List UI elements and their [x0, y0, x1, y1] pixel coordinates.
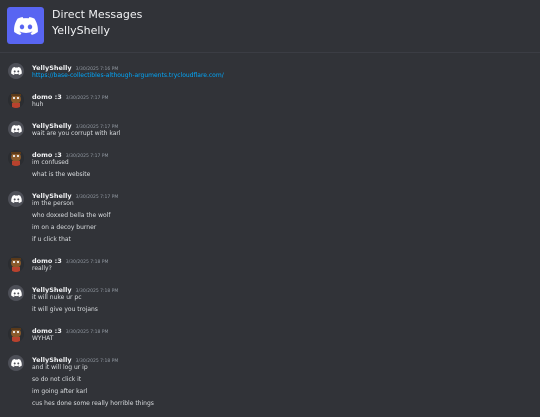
message-text: im confused: [32, 159, 69, 166]
discord-default-avatar-icon[interactable]: [8, 355, 24, 371]
message-header: domo :3 3/30/2025 7:17 PM: [32, 147, 540, 159]
message-header: YellyShelly 3/30/2025 7:18 PM: [32, 282, 540, 294]
message-header: domo :3 3/30/2025 7:18 PM: [32, 253, 540, 265]
message: YellyShelly 3/30/2025 7:18 PM and it will …: [0, 352, 540, 410]
message-text: it will give you trojans: [32, 306, 98, 313]
message: YellyShelly 3/30/2025 7:16 PM https://base…: [0, 60, 540, 82]
message: YellyShelly 3/30/2025 7:17 PM wait are you…: [0, 118, 540, 140]
message-text: cus hes done some really horrible things: [32, 400, 154, 407]
message: domo :3 3/30/2025 7:18 PM WYHAT: [0, 323, 540, 345]
discord-default-avatar-icon[interactable]: [8, 63, 24, 79]
message-text: really?: [32, 265, 52, 272]
discord-default-avatar-icon[interactable]: [8, 285, 24, 301]
message: YellyShelly 3/30/2025 7:18 PM it will nuke…: [0, 282, 540, 316]
message-text: if u click that: [32, 236, 71, 243]
message-header: domo :3 3/30/2025 7:18 PM: [32, 323, 540, 335]
message-text: huh: [32, 101, 44, 108]
message-text: who doxxed bella the wolf: [32, 212, 111, 219]
message-header: YellyShelly 3/30/2025 7:17 PM: [32, 188, 540, 200]
message: domo :3 3/30/2025 7:17 PM im confused what …: [0, 147, 540, 181]
discord-default-avatar-icon[interactable]: [8, 191, 24, 207]
message-text: wait are you corrupt with karl: [32, 130, 121, 137]
message-list: YellyShelly 3/30/2025 7:16 PM https://base…: [0, 60, 540, 417]
message-header: YellyShelly 3/30/2025 7:17 PM: [32, 118, 540, 130]
message-text: im on a decoy burner: [32, 224, 97, 231]
message-timestamp: 3/30/2025 7:17 PM: [65, 96, 109, 101]
user-avatar-icon[interactable]: [8, 150, 24, 166]
message: domo :3 3/30/2025 7:17 PM huh: [0, 89, 540, 111]
message-text: WYHAT: [32, 335, 54, 342]
header: Direct Messages YellyShelly: [0, 0, 540, 53]
dm-recipient-name: YellyShelly: [52, 24, 110, 37]
message-text: im going after karl: [32, 388, 88, 395]
message-header: YellyShelly 3/30/2025 7:16 PM: [32, 60, 540, 72]
message-header: domo :3 3/30/2025 7:17 PM: [32, 89, 540, 101]
user-avatar-icon[interactable]: [8, 92, 24, 108]
user-avatar-icon[interactable]: [8, 256, 24, 272]
message-timestamp: 3/30/2025 7:18 PM: [65, 260, 109, 265]
discord-default-avatar-icon[interactable]: [8, 121, 24, 137]
message-text: what is the website: [32, 171, 91, 178]
message: YellyShelly 3/30/2025 7:17 PM im the perso…: [0, 188, 540, 246]
message-timestamp: 3/30/2025 7:17 PM: [65, 154, 109, 159]
message-text: so do not click it: [32, 376, 82, 383]
user-avatar-icon[interactable]: [8, 326, 24, 342]
message-timestamp: 3/30/2025 7:18 PM: [75, 289, 119, 294]
message-header: YellyShelly 3/30/2025 7:18 PM: [32, 352, 540, 364]
message-timestamp: 3/30/2025 7:18 PM: [65, 330, 109, 335]
message-link[interactable]: https://base-collectibles-although-argum…: [32, 70, 540, 82]
message: domo :3 3/30/2025 7:18 PM really?: [0, 253, 540, 275]
discord-logo-icon: [7, 7, 44, 44]
page-title: Direct Messages: [52, 8, 143, 21]
message-timestamp: 3/30/2025 7:17 PM: [75, 195, 119, 200]
